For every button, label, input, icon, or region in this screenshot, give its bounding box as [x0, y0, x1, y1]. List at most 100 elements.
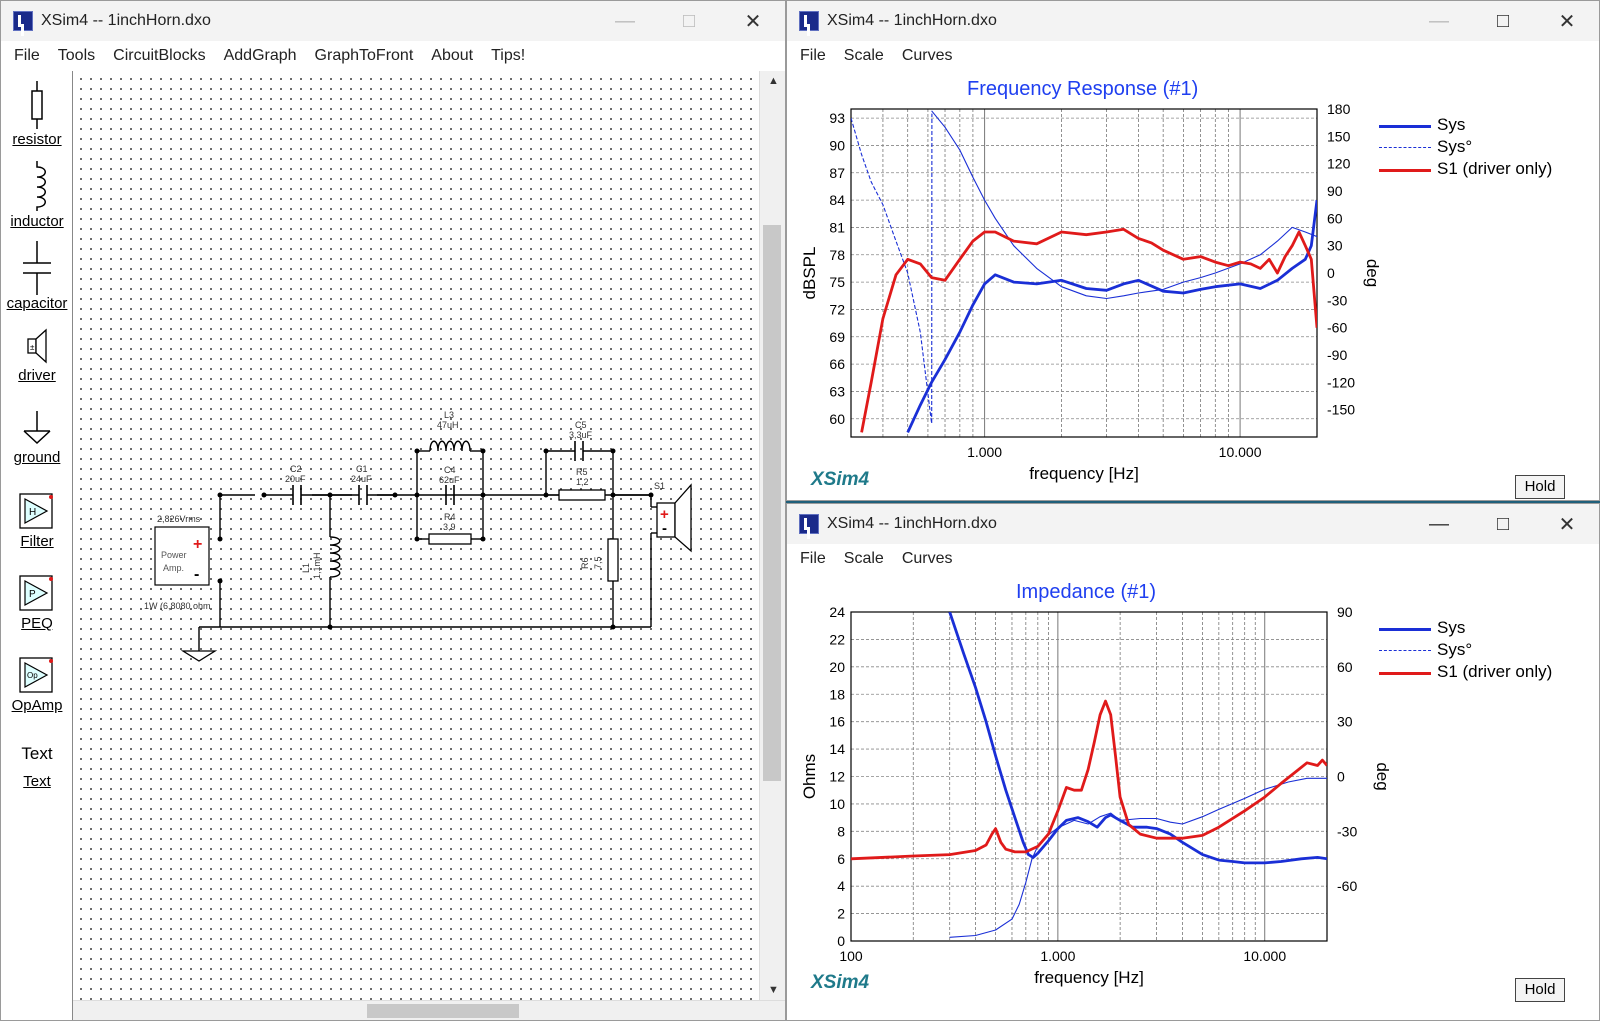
palette-filter[interactable]: H Filter — [1, 491, 73, 550]
legend-label: Sys — [1437, 115, 1466, 134]
menu-file[interactable]: File — [791, 550, 835, 568]
legend-label: Sys° — [1437, 137, 1473, 156]
menu-scale[interactable]: Scale — [835, 550, 893, 568]
palette-capacitor[interactable]: capacitor — [1, 241, 73, 312]
schematic-canvas[interactable]: Power Amp. + - 2,826Vrms 1W (6,8080 ohm … — [73, 71, 759, 1000]
maximize-button[interactable]: □ — [657, 1, 721, 41]
svg-text:Op: Op — [27, 671, 38, 680]
scroll-thumb[interactable] — [763, 225, 781, 781]
menu-curves[interactable]: Curves — [893, 47, 962, 65]
svg-text:±: ± — [30, 343, 35, 352]
text-icon: Text — [21, 744, 53, 763]
minimize-button[interactable]: — — [1407, 1, 1471, 41]
close-button[interactable]: ✕ — [1535, 504, 1599, 544]
opamp-icon: Op — [19, 657, 53, 693]
c4-value: 62uF — [439, 475, 460, 485]
plot-frame — [850, 108, 1318, 438]
r5-value: 1,2 — [576, 477, 589, 487]
scroll-up-arrow[interactable]: ▲ — [768, 75, 779, 87]
y2-tick-label: -120 — [1327, 374, 1355, 390]
palette-inductor[interactable]: inductor — [1, 159, 73, 230]
xsim-logo: XSim4 — [811, 972, 870, 993]
source-voltage-label: 2,826Vrms — [157, 514, 201, 524]
legend-label: Sys — [1437, 618, 1466, 637]
series-line — [931, 110, 1317, 300]
amp-label: Amp. — [163, 563, 184, 573]
r4-name: R4 — [444, 512, 456, 522]
scroll-thumb[interactable] — [367, 1004, 519, 1018]
minimize-button[interactable]: — — [1407, 504, 1471, 544]
palette-text[interactable]: Text Text — [1, 739, 73, 790]
svg-text:+: + — [193, 536, 202, 553]
r5-name: R5 — [576, 467, 588, 477]
horizontal-scrollbar[interactable] — [73, 1000, 785, 1020]
y-tick-label: 10 — [829, 796, 845, 812]
menu-addgraph[interactable]: AddGraph — [215, 47, 306, 65]
l1-coil — [329, 536, 341, 578]
maximize-button[interactable]: □ — [1471, 1, 1535, 41]
impedance-chart[interactable]: 024681012141618202224 9060300-30-60100 1.0… — [787, 574, 1600, 1021]
y-tick-label: 60 — [829, 411, 845, 427]
y-axis-label: dBSPL — [800, 247, 819, 300]
menu-file[interactable]: File — [5, 47, 49, 65]
y2-tick-label: 0 — [1337, 769, 1345, 785]
y-tick-label: 93 — [829, 110, 845, 126]
series-line — [948, 612, 1327, 865]
y-tick-label: 16 — [829, 714, 845, 730]
y2-axis-label: deg — [1373, 762, 1392, 790]
c5-value: 3,3uF — [569, 430, 593, 440]
minimize-button[interactable]: — — [593, 1, 657, 41]
series-line — [851, 113, 933, 424]
hold-button[interactable]: Hold — [1515, 475, 1565, 499]
palette-label: resistor — [12, 131, 62, 148]
title-bar[interactable]: XSim4 -- 1inchHorn.dxo — □ ✕ — [787, 1, 1599, 41]
x-axis-label: frequency [Hz] — [1034, 968, 1144, 987]
y-tick-label: 87 — [829, 165, 845, 181]
menu-tools[interactable]: Tools — [49, 47, 104, 65]
close-button[interactable]: ✕ — [1535, 1, 1599, 41]
c2-value: 20uF — [285, 474, 306, 484]
frequency-response-window: XSim4 -- 1inchHorn.dxo — □ ✕ File Scale … — [786, 0, 1600, 501]
close-button[interactable]: ✕ — [721, 1, 785, 41]
title-bar[interactable]: XSim4 -- 1inchHorn.dxo — □ ✕ — [787, 504, 1599, 544]
y-tick-label: 18 — [829, 686, 845, 702]
frequency-response-chart[interactable]: 60 63 66 69 72 75 78 81 84 87 90 93 180 150 120 90 60 30 0… — [787, 71, 1600, 501]
menu-graphtofront[interactable]: GraphToFront — [306, 47, 423, 65]
palette-label: Text — [23, 773, 51, 790]
y2-tick-label: 0 — [1327, 265, 1335, 281]
menu-tips[interactable]: Tips! — [482, 47, 534, 65]
palette-opamp[interactable]: Op OpAmp — [1, 655, 73, 714]
x-tick-label: 100 — [839, 948, 863, 964]
y2-tick-label: 90 — [1327, 183, 1343, 199]
l3-name: L3 — [444, 410, 454, 420]
y-tick-label: 0 — [837, 933, 845, 949]
y2-tick-label: 60 — [1327, 210, 1343, 226]
palette-peq[interactable]: P PEQ — [1, 573, 73, 632]
capacitor-icon — [23, 241, 51, 295]
l1-value: 1,1mH — [312, 552, 322, 579]
peq-icon: P — [19, 575, 53, 611]
schematic-diagram: Power Amp. + - 2,826Vrms 1W (6,8080 ohm … — [144, 410, 692, 662]
menu-curves[interactable]: Curves — [893, 550, 962, 568]
hold-button[interactable]: Hold — [1515, 978, 1565, 1002]
menu-scale[interactable]: Scale — [835, 47, 893, 65]
vertical-scrollbar[interactable]: ▲ ▼ — [759, 71, 785, 1000]
menu-bar: File Scale Curves — [787, 41, 1599, 71]
palette-driver[interactable]: ± driver — [1, 327, 73, 384]
maximize-button[interactable]: □ — [1471, 504, 1535, 544]
menu-circuitblocks[interactable]: CircuitBlocks — [104, 47, 214, 65]
xsim-logo: XSim4 — [811, 469, 870, 490]
y-tick-label: 72 — [829, 301, 845, 317]
palette-resistor[interactable]: resistor — [1, 79, 73, 148]
x-tick-label: 10.000 — [1219, 444, 1262, 460]
y2-tick-label: -30 — [1337, 823, 1357, 839]
window-title: XSim4 -- 1inchHorn.dxo — [827, 515, 997, 532]
ground-symbol — [180, 650, 218, 662]
menu-about[interactable]: About — [422, 47, 482, 65]
palette-ground[interactable]: ground — [1, 409, 73, 466]
title-bar[interactable]: XSim4 -- 1inchHorn.dxo — □ ✕ — [1, 1, 785, 41]
menu-file[interactable]: File — [791, 47, 835, 65]
scroll-down-arrow[interactable]: ▼ — [768, 984, 779, 996]
app-icon — [799, 514, 819, 534]
series-group — [851, 110, 1317, 433]
